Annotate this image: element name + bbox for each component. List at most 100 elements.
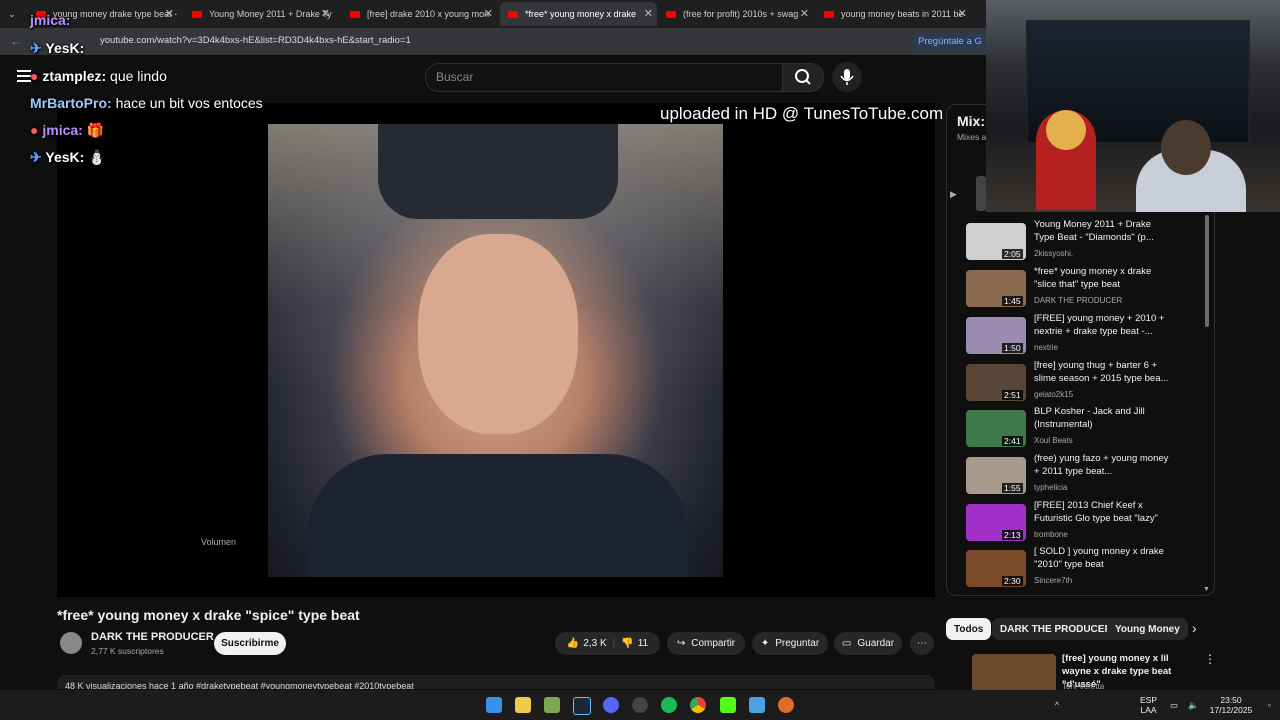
notifications-icon[interactable]: ▫ <box>1268 700 1271 710</box>
youtube-favicon-icon <box>508 10 518 18</box>
back-arrow-icon[interactable]: ← <box>10 34 22 48</box>
volume-tooltip: Volumen <box>201 537 237 547</box>
app-icon[interactable] <box>778 697 794 713</box>
clock[interactable]: 23:50 17/12/2025 <box>1208 695 1254 715</box>
save-label: Guardar <box>857 638 895 649</box>
playlist-item[interactable]: 1:50 [FREE] young money + 2010 + nextrie … <box>962 313 1202 364</box>
close-tab-icon[interactable]: ✕ <box>800 7 809 20</box>
chip-young-money[interactable]: Young Money <box>1107 618 1188 640</box>
more-vert-icon[interactable]: ⋮ <box>1204 652 1216 666</box>
duration: 2:05 <box>1002 249 1023 259</box>
playlist-title: [FREE] young money + 2010 + nextrie + dr… <box>1034 313 1165 337</box>
spotify-icon[interactable] <box>661 697 677 713</box>
now-playing-icon: ▶ <box>950 189 957 199</box>
playlist-item[interactable]: 1:45 *free* young money x drake "slice th… <box>962 266 1202 317</box>
chip-all[interactable]: Todos <box>946 618 992 640</box>
playlist-item[interactable]: 2:51 [free] young thug + barter 6 + slime… <box>962 360 1202 411</box>
tab-label: *free* young money x drake <box>525 9 637 19</box>
video-watermark: uploaded in HD @ TunesToTube.com <box>660 104 944 123</box>
channel-name[interactable]: DARK THE PRODUCER <box>91 631 214 643</box>
more-actions-button[interactable]: ⋯ <box>910 632 934 655</box>
record-icon: ● <box>30 68 43 84</box>
notepad-icon[interactable] <box>749 697 765 713</box>
sparkle-icon: ✦ <box>760 638 770 649</box>
language-code: ESP <box>1140 695 1158 705</box>
scroll-down-icon[interactable]: ▼ <box>1203 586 1210 593</box>
playlist-title: [free] young thug + barter 6 + slime sea… <box>1034 360 1169 384</box>
recommended-item[interactable]: [free] young money x lil wayne x drake t… <box>946 652 1266 692</box>
search-input[interactable]: Buscar <box>425 63 784 92</box>
ask-button[interactable]: ✦ Preguntar <box>752 632 828 655</box>
search-button[interactable] <box>782 63 824 92</box>
close-tab-icon[interactable]: ✕ <box>321 7 330 20</box>
chrome-icon[interactable] <box>690 697 706 713</box>
kick-icon[interactable] <box>720 697 736 713</box>
playlist-title: [ SOLD ] young money x drake "2010" type… <box>1034 546 1164 570</box>
playlist-item[interactable]: 2:05 Young Money 2011 + Drake Type Beat -… <box>962 219 1202 270</box>
keyboard-layout: LAA <box>1140 705 1157 715</box>
chevron-right-icon[interactable]: › <box>1192 620 1197 636</box>
person-right-head <box>1161 120 1211 175</box>
playlist-scrollbar[interactable] <box>1205 215 1209 327</box>
playlist-channel: typhelicia <box>1034 483 1068 492</box>
browser-tab[interactable]: Young Money 2011 + Drake Ty ✕ <box>184 2 334 26</box>
windows-start-icon[interactable] <box>486 697 502 713</box>
playlist-item[interactable]: 1:55 (free) yung fazo + young money + 201… <box>962 453 1202 504</box>
chip-channel[interactable]: DARK THE PRODUCER <box>992 618 1120 640</box>
share-icon: ↪ <box>676 638 686 649</box>
browser-tab[interactable]: young money beats in 2011 be ✕ <box>816 2 971 26</box>
share-button[interactable]: ↪ Compartir <box>667 632 745 655</box>
video-thumbnail-image <box>268 124 723 577</box>
tab-label: young money drake type beat - Y <box>53 9 178 19</box>
duration: 2:51 <box>1002 390 1023 400</box>
close-tab-icon[interactable]: ✕ <box>958 7 967 20</box>
ask-label: Preguntar <box>775 638 820 649</box>
menu-icon[interactable] <box>17 70 31 82</box>
person-face <box>418 234 578 434</box>
save-button[interactable]: ▭ Guardar <box>834 632 902 655</box>
steam-icon[interactable] <box>573 697 591 715</box>
chat-line: jmica: <box>30 12 70 28</box>
channel-avatar[interactable] <box>60 632 82 654</box>
dislike-button[interactable]: 👎 11 <box>621 638 648 649</box>
like-button[interactable]: 👍 2,3 K <box>567 638 607 649</box>
close-tab-icon[interactable]: ✕ <box>165 7 174 20</box>
url-field[interactable]: youtube.com/watch?v=3D4k4bxs-hE&list=RD3… <box>100 35 411 46</box>
playlist-title: *free* young money x drake "slice that" … <box>1034 266 1152 290</box>
pin-icon: ✈ <box>30 149 46 165</box>
browser-tab[interactable]: (free for profit) 2010s + swag ✕ <box>658 2 813 26</box>
record-icon: ● <box>30 122 43 138</box>
file-explorer-icon[interactable] <box>515 697 531 713</box>
youtube-favicon-icon <box>350 10 360 18</box>
share-label: Compartir <box>691 638 736 649</box>
volume-icon[interactable]: 🔈 <box>1188 700 1199 710</box>
network-icon[interactable]: ▭ <box>1170 700 1178 710</box>
thumbs-down-icon: 👎 <box>621 638 634 649</box>
close-tab-icon[interactable]: ✕ <box>484 7 493 20</box>
playlist-item[interactable]: 2:13 [FREE] 2013 Chief Keef x Futuristic … <box>962 500 1202 551</box>
voice-search-button[interactable] <box>832 62 862 92</box>
description-box[interactable]: 48 K visualizaciones hace 1 año #drakety… <box>57 675 935 689</box>
tab-label: [free] drake 2010 x young mon <box>367 9 490 19</box>
search-icon <box>795 69 811 85</box>
browser-tab-active[interactable]: *free* young money x drake ✕ <box>500 2 657 26</box>
browser-tab[interactable]: [free] drake 2010 x young mon ✕ <box>342 2 497 26</box>
minecraft-icon[interactable] <box>544 697 560 713</box>
playlist-channel: nextrie <box>1034 343 1059 352</box>
chat-user: jmica: <box>42 122 83 138</box>
subscribe-button[interactable]: Suscribirme <box>214 632 286 655</box>
playlist-item[interactable]: 2:41 BLP Kosher - Jack and Jill (Instrume… <box>962 406 1202 457</box>
tab-list-button[interactable]: ⌄ <box>0 2 28 26</box>
duration: 2:13 <box>1002 530 1023 540</box>
gemini-ask-button[interactable]: Pregúntale a G <box>912 33 988 50</box>
tray-chevron-icon[interactable]: ^ <box>1055 700 1059 710</box>
now-playing-thumb[interactable] <box>976 176 986 211</box>
language-indicator[interactable]: ESP LAA <box>1140 695 1157 715</box>
youtube-favicon-icon <box>666 10 676 18</box>
playlist-item[interactable]: 2:30 [ SOLD ] young money x drake "2010" … <box>962 546 1202 597</box>
obs-icon[interactable] <box>632 697 648 713</box>
discord-icon[interactable] <box>603 697 619 713</box>
tab-label: (free for profit) 2010s + swag <box>683 9 799 19</box>
search-placeholder: Buscar <box>436 70 474 84</box>
close-tab-icon[interactable]: ✕ <box>644 7 653 20</box>
